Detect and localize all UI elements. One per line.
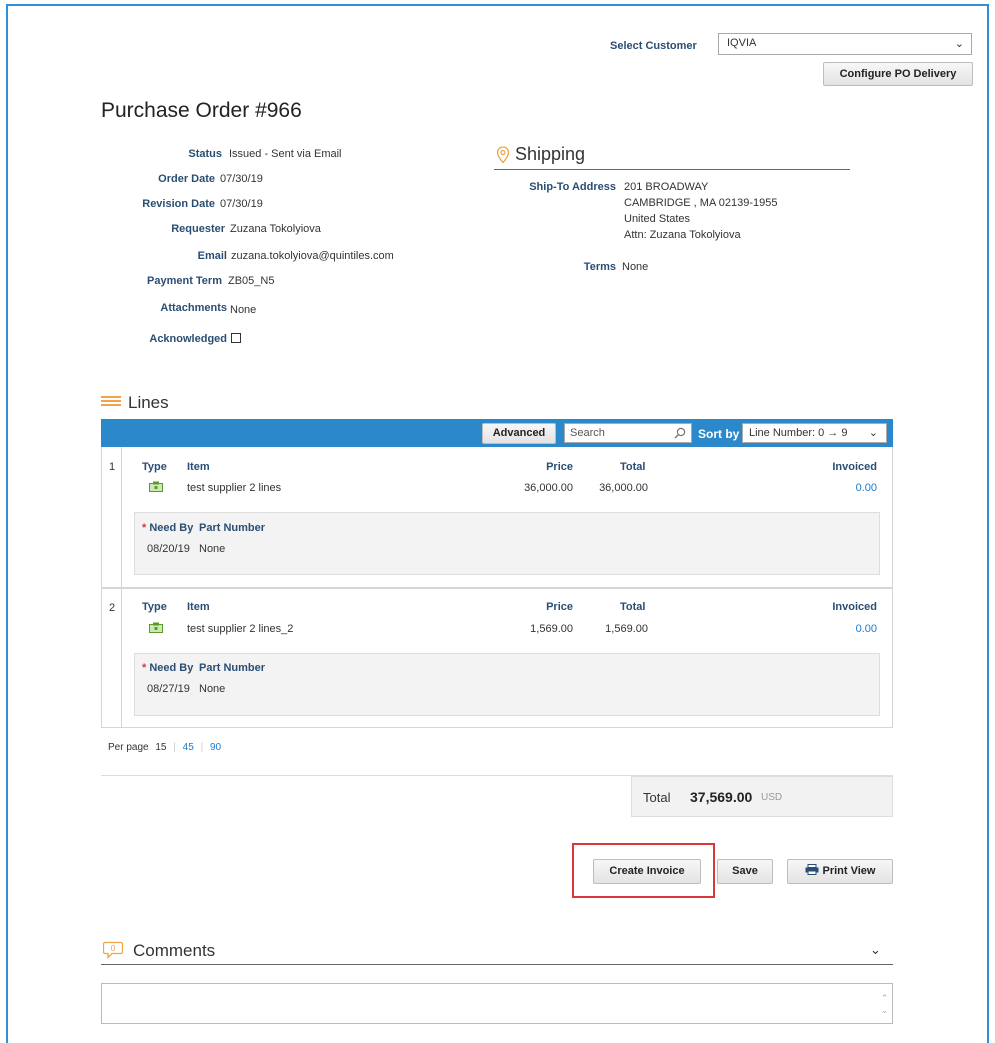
- item-description: test supplier 2 lines: [187, 482, 282, 494]
- lines-icon: [101, 396, 121, 407]
- textarea-scrollbar[interactable]: ⌃ ⌄: [880, 992, 889, 1016]
- per-page-option-90[interactable]: 90: [210, 742, 221, 753]
- total-currency: USD: [761, 792, 783, 803]
- revision-date-value: 07/30/19: [220, 198, 263, 210]
- search-input[interactable]: Search: [564, 423, 692, 443]
- customer-select[interactable]: IQVIA ⌄: [718, 33, 972, 55]
- attachments-value: None: [230, 304, 257, 316]
- search-icon[interactable]: [674, 427, 686, 439]
- need-by-header: Need By: [149, 522, 194, 534]
- per-page-control: Per page 15 | 45 | 90: [108, 742, 221, 753]
- ship-address-line4: Attn: Zuzana Tokolyiova: [624, 229, 741, 241]
- requester-value: Zuzana Tokolyiova: [230, 223, 321, 235]
- separator: |: [173, 742, 176, 753]
- item-price: 1,569.00: [530, 623, 573, 635]
- comments-title: Comments: [133, 941, 216, 960]
- line-number-divider: [121, 447, 122, 588]
- order-date-label: Order Date: [158, 173, 215, 185]
- invoiced-header: Invoiced: [832, 461, 877, 473]
- attachments-label: Attachments: [160, 302, 227, 314]
- print-view-button[interactable]: Print View: [787, 859, 893, 884]
- search-placeholder: Search: [570, 427, 605, 439]
- total-header: Total: [620, 601, 646, 613]
- item-total: 1,569.00: [605, 623, 648, 635]
- type-header: Type: [142, 601, 167, 613]
- line-number: 1: [109, 461, 116, 473]
- part-number-value: None: [199, 543, 226, 555]
- total-label: Total: [643, 790, 671, 805]
- comments-divider: [101, 964, 893, 965]
- status-label: Status: [188, 148, 222, 160]
- item-total: 36,000.00: [599, 482, 648, 494]
- ship-address-line3: United States: [624, 213, 691, 225]
- line-number-divider: [121, 588, 122, 728]
- item-price: 36,000.00: [524, 482, 573, 494]
- print-view-label: Print View: [822, 865, 876, 877]
- chevron-down-icon[interactable]: ⌄: [870, 942, 881, 958]
- price-header: Price: [546, 461, 573, 473]
- need-by-header: Need By: [149, 662, 194, 674]
- payment-term-label: Payment Term: [147, 275, 222, 287]
- printer-icon: [805, 864, 818, 875]
- lines-title: Lines: [128, 393, 169, 412]
- part-number-value: None: [199, 683, 226, 695]
- item-description: test supplier 2 lines_2: [187, 623, 294, 635]
- order-date-value: 07/30/19: [220, 173, 263, 185]
- comment-textarea[interactable]: ⌃ ⌄: [101, 983, 893, 1024]
- location-pin-icon: [496, 146, 510, 164]
- per-page-option-15[interactable]: 15: [155, 742, 166, 753]
- need-by-value: 08/27/19: [147, 683, 190, 695]
- highlight-box: [572, 843, 715, 898]
- material-item-icon: [149, 622, 163, 633]
- status-value: Issued - Sent via Email: [229, 148, 342, 160]
- acknowledged-checkbox[interactable]: [231, 333, 241, 343]
- per-page-option-45[interactable]: 45: [183, 742, 194, 753]
- need-by-value: 08/20/19: [147, 543, 190, 555]
- invoiced-header: Invoiced: [832, 601, 877, 613]
- item-invoiced-link[interactable]: 0.00: [820, 482, 877, 494]
- per-page-label: Per page: [108, 742, 149, 753]
- email-label: Email: [197, 250, 227, 262]
- email-value: zuzana.tokolyiova@quintiles.com: [231, 250, 394, 262]
- requester-label: Requester: [171, 223, 225, 235]
- payment-term-value: ZB05_N5: [228, 275, 275, 287]
- configure-po-delivery-button[interactable]: Configure PO Delivery: [823, 62, 973, 86]
- select-customer-label: Select Customer: [610, 40, 697, 52]
- sort-select[interactable]: Line Number: 0 → 9 ⌄: [742, 423, 887, 443]
- ship-address-line2: CAMBRIDGE , MA 02139-1955: [624, 197, 778, 209]
- shipping-title: Shipping: [515, 144, 586, 164]
- type-header: Type: [142, 461, 167, 473]
- total-value: 37,569.00: [690, 789, 753, 805]
- part-number-header: Part Number: [199, 662, 266, 674]
- part-number-header: Part Number: [199, 522, 266, 534]
- terms-value: None: [622, 261, 649, 273]
- revision-date-label: Revision Date: [142, 198, 215, 210]
- item-header: Item: [187, 601, 210, 613]
- chevron-down-icon: ⌄: [954, 38, 964, 50]
- item-invoiced-link[interactable]: 0.00: [820, 623, 877, 635]
- comment-icon: 0: [103, 941, 123, 959]
- sort-by-label: Sort by: [698, 427, 740, 441]
- price-header: Price: [546, 601, 573, 613]
- ship-address-line1: 201 BROADWAY: [624, 181, 709, 193]
- sort-select-value: Line Number: 0 → 9: [749, 427, 848, 439]
- shipping-divider: [494, 169, 850, 170]
- comment-count: 0: [111, 943, 116, 953]
- separator: |: [200, 742, 204, 753]
- advanced-button[interactable]: Advanced: [482, 423, 556, 444]
- save-button[interactable]: Save: [717, 859, 773, 884]
- acknowledged-label: Acknowledged: [149, 333, 227, 345]
- page-title: Purchase Order #966: [101, 99, 302, 122]
- ship-to-label: Ship-To Address: [529, 181, 616, 193]
- total-header: Total: [620, 461, 646, 473]
- chevron-down-icon: ⌄: [868, 427, 878, 439]
- customer-select-value: IQVIA: [727, 37, 757, 49]
- line-number: 2: [109, 602, 116, 614]
- material-item-icon: [149, 481, 163, 492]
- terms-label: Terms: [583, 261, 616, 273]
- item-header: Item: [187, 461, 210, 473]
